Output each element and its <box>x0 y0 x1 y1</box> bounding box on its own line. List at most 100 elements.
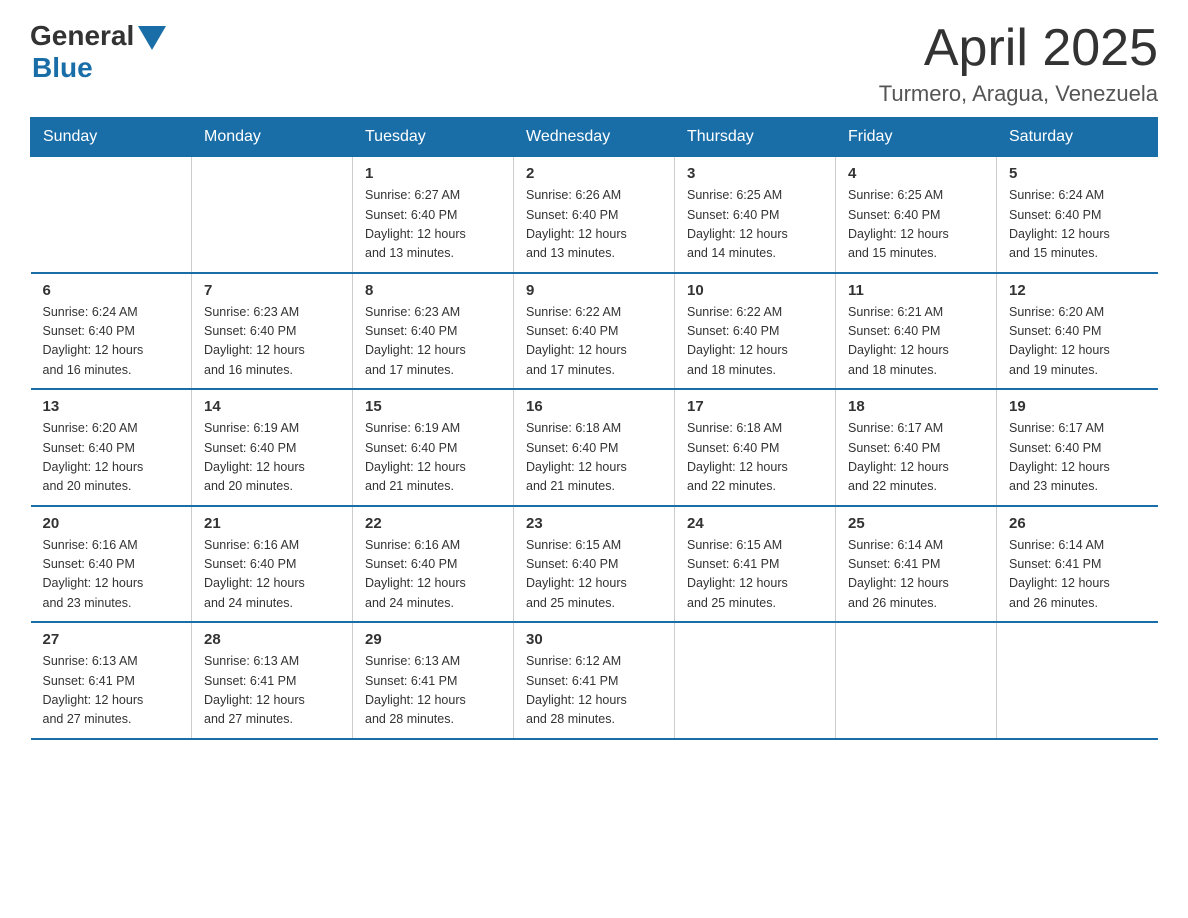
weekday-header-tuesday: Tuesday <box>353 118 514 157</box>
day-info: Sunrise: 6:18 AM Sunset: 6:40 PM Dayligh… <box>526 419 662 497</box>
day-info: Sunrise: 6:24 AM Sunset: 6:40 PM Dayligh… <box>43 303 180 381</box>
weekday-header-monday: Monday <box>192 118 353 157</box>
day-number: 20 <box>43 515 180 532</box>
day-number: 14 <box>204 398 340 415</box>
calendar-day-12: 12Sunrise: 6:20 AM Sunset: 6:40 PM Dayli… <box>997 273 1158 390</box>
day-info: Sunrise: 6:14 AM Sunset: 6:41 PM Dayligh… <box>1009 536 1146 614</box>
day-info: Sunrise: 6:16 AM Sunset: 6:40 PM Dayligh… <box>365 536 501 614</box>
day-number: 29 <box>365 631 501 648</box>
day-number: 5 <box>1009 165 1146 182</box>
calendar-day-21: 21Sunrise: 6:16 AM Sunset: 6:40 PM Dayli… <box>192 506 353 623</box>
day-number: 8 <box>365 282 501 299</box>
day-info: Sunrise: 6:13 AM Sunset: 6:41 PM Dayligh… <box>204 652 340 730</box>
calendar-day-28: 28 Sunrise: 6:13 AM Sunset: 6:41 PM Dayli… <box>192 622 353 739</box>
calendar-day-23: 23Sunrise: 6:15 AM Sunset: 6:40 PM Dayli… <box>514 506 675 623</box>
calendar-empty-cell <box>675 622 836 739</box>
calendar-day-14: 14 Sunrise: 6:19 AM Sunset: 6:40 PM Dayli… <box>192 389 353 506</box>
calendar-day-15: 15 Sunrise: 6:19 AM Sunset: 6:40 PM Dayli… <box>353 389 514 506</box>
day-info: Sunrise: 6:14 AM Sunset: 6:41 PM Dayligh… <box>848 536 984 614</box>
calendar-header-row: SundayMondayTuesdayWednesdayThursdayFrid… <box>31 118 1158 157</box>
weekday-header-wednesday: Wednesday <box>514 118 675 157</box>
calendar-day-25: 25 Sunrise: 6:14 AM Sunset: 6:41 PM Dayli… <box>836 506 997 623</box>
calendar-day-1: 1 Sunrise: 6:27 AM Sunset: 6:40 PM Daylig… <box>353 157 514 273</box>
day-info: Sunrise: 6:12 AM Sunset: 6:41 PM Dayligh… <box>526 652 662 730</box>
weekday-header-thursday: Thursday <box>675 118 836 157</box>
day-number: 26 <box>1009 515 1146 532</box>
day-number: 10 <box>687 282 823 299</box>
weekday-header-friday: Friday <box>836 118 997 157</box>
day-info: Sunrise: 6:13 AM Sunset: 6:41 PM Dayligh… <box>365 652 501 730</box>
day-number: 9 <box>526 282 662 299</box>
calendar-day-13: 13 Sunrise: 6:20 AM Sunset: 6:40 PM Dayli… <box>31 389 192 506</box>
day-info: Sunrise: 6:19 AM Sunset: 6:40 PM Dayligh… <box>204 419 340 497</box>
day-info: Sunrise: 6:24 AM Sunset: 6:40 PM Dayligh… <box>1009 186 1146 264</box>
day-number: 4 <box>848 165 984 182</box>
calendar-empty-cell <box>836 622 997 739</box>
calendar-week-row: 6 Sunrise: 6:24 AM Sunset: 6:40 PM Daylig… <box>31 273 1158 390</box>
day-info: Sunrise: 6:16 AM Sunset: 6:40 PM Dayligh… <box>204 536 340 614</box>
calendar-day-24: 24Sunrise: 6:15 AM Sunset: 6:41 PM Dayli… <box>675 506 836 623</box>
day-number: 27 <box>43 631 180 648</box>
day-number: 17 <box>687 398 823 415</box>
calendar-day-3: 3 Sunrise: 6:25 AM Sunset: 6:40 PM Daylig… <box>675 157 836 273</box>
day-number: 24 <box>687 515 823 532</box>
month-title: April 2025 <box>879 20 1158 77</box>
calendar-day-7: 7Sunrise: 6:23 AM Sunset: 6:40 PM Daylig… <box>192 273 353 390</box>
calendar-day-30: 30 Sunrise: 6:12 AM Sunset: 6:41 PM Dayli… <box>514 622 675 739</box>
calendar-day-22: 22Sunrise: 6:16 AM Sunset: 6:40 PM Dayli… <box>353 506 514 623</box>
calendar-day-11: 11Sunrise: 6:21 AM Sunset: 6:40 PM Dayli… <box>836 273 997 390</box>
calendar-empty-cell <box>997 622 1158 739</box>
calendar-empty-cell <box>192 157 353 273</box>
calendar-day-26: 26 Sunrise: 6:14 AM Sunset: 6:41 PM Dayli… <box>997 506 1158 623</box>
calendar-day-27: 27Sunrise: 6:13 AM Sunset: 6:41 PM Dayli… <box>31 622 192 739</box>
calendar-week-row: 1 Sunrise: 6:27 AM Sunset: 6:40 PM Daylig… <box>31 157 1158 273</box>
weekday-header-saturday: Saturday <box>997 118 1158 157</box>
calendar-day-29: 29 Sunrise: 6:13 AM Sunset: 6:41 PM Dayli… <box>353 622 514 739</box>
calendar-week-row: 20 Sunrise: 6:16 AM Sunset: 6:40 PM Dayli… <box>31 506 1158 623</box>
day-info: Sunrise: 6:25 AM Sunset: 6:40 PM Dayligh… <box>687 186 823 264</box>
calendar-day-16: 16Sunrise: 6:18 AM Sunset: 6:40 PM Dayli… <box>514 389 675 506</box>
calendar-table: SundayMondayTuesdayWednesdayThursdayFrid… <box>30 117 1158 740</box>
day-number: 18 <box>848 398 984 415</box>
day-info: Sunrise: 6:27 AM Sunset: 6:40 PM Dayligh… <box>365 186 501 264</box>
day-info: Sunrise: 6:20 AM Sunset: 6:40 PM Dayligh… <box>43 419 180 497</box>
day-info: Sunrise: 6:20 AM Sunset: 6:40 PM Dayligh… <box>1009 303 1146 381</box>
day-info: Sunrise: 6:17 AM Sunset: 6:40 PM Dayligh… <box>1009 419 1146 497</box>
calendar-day-4: 4 Sunrise: 6:25 AM Sunset: 6:40 PM Daylig… <box>836 157 997 273</box>
logo-general-text: General <box>30 20 134 52</box>
day-info: Sunrise: 6:22 AM Sunset: 6:40 PM Dayligh… <box>526 303 662 381</box>
day-number: 2 <box>526 165 662 182</box>
calendar-day-20: 20Sunrise: 6:16 AM Sunset: 6:40 PM Dayli… <box>31 506 192 623</box>
day-number: 1 <box>365 165 501 182</box>
calendar-day-2: 2 Sunrise: 6:26 AM Sunset: 6:40 PM Daylig… <box>514 157 675 273</box>
calendar-day-9: 9 Sunrise: 6:22 AM Sunset: 6:40 PM Daylig… <box>514 273 675 390</box>
day-info: Sunrise: 6:22 AM Sunset: 6:40 PM Dayligh… <box>687 303 823 381</box>
day-info: Sunrise: 6:23 AM Sunset: 6:40 PM Dayligh… <box>365 303 501 381</box>
day-number: 30 <box>526 631 662 648</box>
day-info: Sunrise: 6:18 AM Sunset: 6:40 PM Dayligh… <box>687 419 823 497</box>
day-number: 6 <box>43 282 180 299</box>
day-number: 15 <box>365 398 501 415</box>
day-info: Sunrise: 6:21 AM Sunset: 6:40 PM Dayligh… <box>848 303 984 381</box>
calendar-empty-cell <box>31 157 192 273</box>
day-number: 23 <box>526 515 662 532</box>
day-info: Sunrise: 6:25 AM Sunset: 6:40 PM Dayligh… <box>848 186 984 264</box>
logo-triangle-icon <box>138 26 166 50</box>
day-info: Sunrise: 6:26 AM Sunset: 6:40 PM Dayligh… <box>526 186 662 264</box>
day-info: Sunrise: 6:19 AM Sunset: 6:40 PM Dayligh… <box>365 419 501 497</box>
day-info: Sunrise: 6:23 AM Sunset: 6:40 PM Dayligh… <box>204 303 340 381</box>
day-number: 28 <box>204 631 340 648</box>
day-info: Sunrise: 6:17 AM Sunset: 6:40 PM Dayligh… <box>848 419 984 497</box>
calendar-day-6: 6 Sunrise: 6:24 AM Sunset: 6:40 PM Daylig… <box>31 273 192 390</box>
page-header: General Blue April 2025 Turmero, Aragua,… <box>30 20 1158 107</box>
day-number: 13 <box>43 398 180 415</box>
logo-blue-text: Blue <box>32 52 93 84</box>
calendar-week-row: 27 Sunrise: 6:13 AM Sunset: 6:41 PM Dayli… <box>31 622 1158 739</box>
calendar-day-19: 19Sunrise: 6:17 AM Sunset: 6:40 PM Dayli… <box>997 389 1158 506</box>
calendar-day-8: 8 Sunrise: 6:23 AM Sunset: 6:40 PM Daylig… <box>353 273 514 390</box>
calendar-week-row: 13 Sunrise: 6:20 AM Sunset: 6:40 PM Dayli… <box>31 389 1158 506</box>
location-title: Turmero, Aragua, Venezuela <box>879 81 1158 107</box>
day-number: 3 <box>687 165 823 182</box>
calendar-day-17: 17 Sunrise: 6:18 AM Sunset: 6:40 PM Dayli… <box>675 389 836 506</box>
day-number: 25 <box>848 515 984 532</box>
